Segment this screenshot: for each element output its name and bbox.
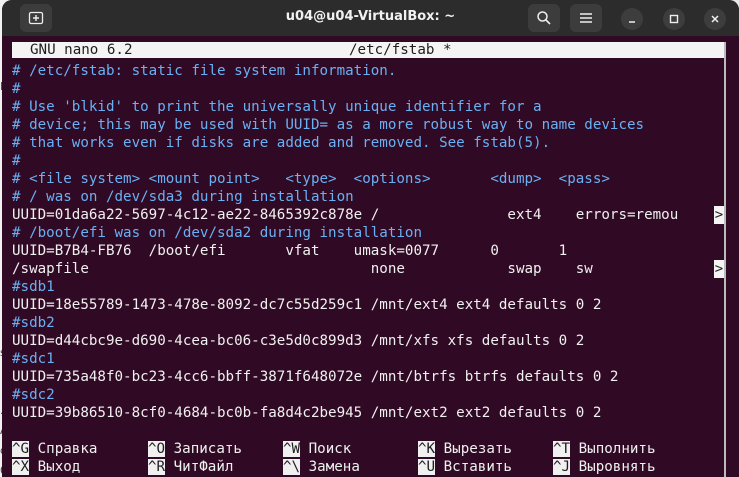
shortcut-label: Замена xyxy=(308,459,360,475)
file-line: # device; this may be used with UUID= as… xyxy=(12,117,645,133)
file-line: # xyxy=(12,81,21,97)
terminal-area[interactable]: GNU nano 6.2/etc/fstab * # /etc/fstab: s… xyxy=(2,36,739,477)
file-line: # /boot/efi was on /dev/sda2 during inst… xyxy=(12,225,422,241)
shortcut-exit[interactable]: ^X Выход xyxy=(12,458,80,476)
shortcut-label: Поиск xyxy=(308,441,352,457)
nano-filename: /etc/fstab * xyxy=(349,42,452,58)
file-line: /swapfile none swap sw xyxy=(12,261,593,277)
nano-version: GNU nano 6.2 xyxy=(30,42,133,58)
close-button[interactable] xyxy=(704,8,726,30)
line-overflow-marker: > xyxy=(714,206,724,224)
shortcut-key: ^\ xyxy=(283,459,301,475)
shortcut-label: Выполнить xyxy=(578,441,656,457)
shortcut-read-file[interactable]: ^R ЧитФайл xyxy=(148,458,233,476)
file-line: UUID=B7B4-FB76 /boot/efi vfat umask=0077… xyxy=(12,243,568,259)
shortcut-label: Записать xyxy=(173,441,242,457)
shortcut-justify[interactable]: ^J Выровнять xyxy=(553,458,656,476)
shortcut-key: ^U xyxy=(418,459,436,475)
shortcut-replace[interactable]: ^\ Замена xyxy=(283,458,360,476)
shortcut-search[interactable]: ^W Поиск xyxy=(283,440,351,458)
shortcut-key: ^X xyxy=(12,459,30,475)
search-icon xyxy=(537,11,551,25)
file-line: # Use 'blkid' to print the universally u… xyxy=(12,99,542,115)
maximize-icon xyxy=(669,14,679,24)
file-line: # xyxy=(12,153,21,169)
file-line: #sdc2 xyxy=(12,387,55,403)
shortcut-label: Выровнять xyxy=(578,459,656,475)
shortcut-help[interactable]: ^G Справка xyxy=(12,440,97,458)
file-line: # that works even if disks are added and… xyxy=(12,135,551,151)
shortcut-key: ^W xyxy=(283,441,301,457)
title-bar[interactable]: u04@u04-VirtualBox: ~ xyxy=(2,0,739,36)
shortcut-write[interactable]: ^O Записать xyxy=(148,440,242,458)
minimize-icon xyxy=(629,21,635,23)
line-overflow-marker: > xyxy=(714,260,724,278)
shortcut-cut[interactable]: ^K Вырезать xyxy=(418,440,512,458)
shortcut-key: ^K xyxy=(418,441,436,457)
shortcut-paste[interactable]: ^U Вставить xyxy=(418,458,512,476)
file-line: UUID=735a48f0-bc23-4cc6-bbff-3871f648072… xyxy=(12,369,619,385)
file-line: UUID=39b86510-8cf0-4684-bc0b-fa8d4c2be94… xyxy=(12,405,602,421)
maximize-button[interactable] xyxy=(663,8,685,30)
scrollbar-edge[interactable] xyxy=(724,42,726,477)
shortcut-label: Выход xyxy=(37,459,81,475)
shortcut-key: ^R xyxy=(148,459,166,475)
terminal-window: u04@u04-VirtualBox: ~ GNU nano 6.2 /etc/… xyxy=(2,0,739,477)
menu-button[interactable] xyxy=(570,4,602,32)
shortcut-key: ^G xyxy=(12,441,30,457)
shortcut-execute[interactable]: ^T Выполнить xyxy=(553,440,656,458)
file-line: UUID=01da6a22-5697-4c12-ae22-8465392c878… xyxy=(12,207,679,223)
file-line: UUID=18e55789-1473-478e-8092-dc7c55d259c… xyxy=(12,297,602,313)
shortcut-label: ЧитФайл xyxy=(173,459,234,475)
shortcut-key: ^T xyxy=(553,441,571,457)
file-line: #sdb2 xyxy=(12,315,55,331)
hamburger-icon xyxy=(580,13,592,23)
file-line: #sdc1 xyxy=(12,351,55,367)
nano-header: GNU nano 6.2/etc/fstab * xyxy=(12,42,724,58)
shortcut-key: ^J xyxy=(553,459,571,475)
file-line: # / was on /dev/sda3 during installation xyxy=(12,189,354,205)
file-line: #sdb1 xyxy=(12,279,55,295)
search-button[interactable] xyxy=(528,4,560,32)
file-line: # /etc/fstab: static file system informa… xyxy=(12,63,397,79)
file-line: UUID=d44cbc9e-d690-4cea-bc06-c3e5d0c899d… xyxy=(12,333,585,349)
minimize-button[interactable] xyxy=(621,8,643,30)
shortcut-key: ^O xyxy=(148,441,166,457)
shortcut-label: Справка xyxy=(37,441,98,457)
close-icon xyxy=(711,15,719,23)
shortcut-label: Вырезать xyxy=(443,441,512,457)
shortcut-label: Вставить xyxy=(443,459,512,475)
file-line: # <file system> <mount point> <type> <op… xyxy=(12,171,610,187)
